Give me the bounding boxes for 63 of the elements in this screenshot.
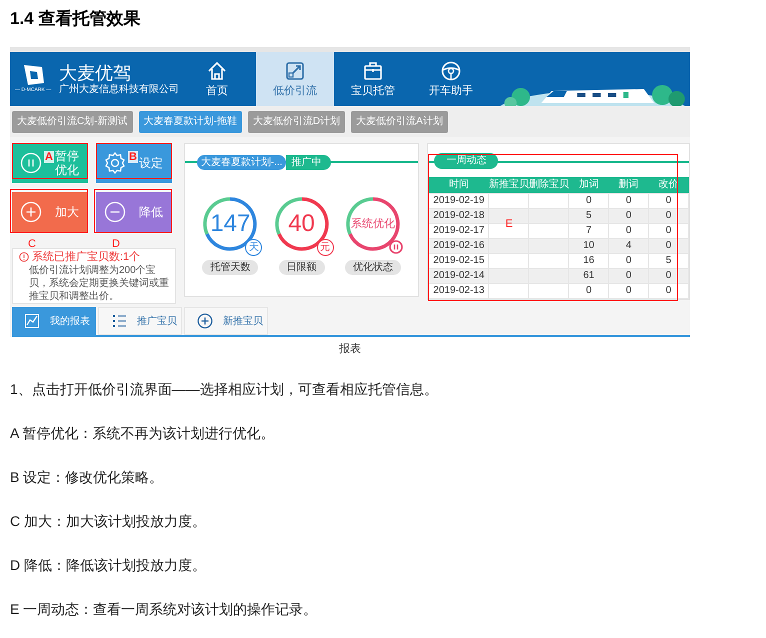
brand-name: 大麦优驾 xyxy=(59,62,132,84)
table-cell: 0 xyxy=(568,284,609,299)
column-header: 加词 xyxy=(568,176,609,194)
column-header: 新推宝贝 xyxy=(488,176,529,194)
body-paragraph: D 降低：降低该计划投放力度。 xyxy=(10,556,207,575)
column-header: 改价 xyxy=(648,176,688,194)
bottom-tab[interactable]: 我的报表 xyxy=(12,307,96,335)
plan-tab[interactable]: 大麦低价引流C划-新测试 xyxy=(12,110,133,133)
column-header: 时间 xyxy=(428,176,489,194)
figure-caption: 报表 xyxy=(338,342,362,356)
pause-icon xyxy=(388,240,403,254)
action-button[interactable]: 降低 xyxy=(96,192,172,232)
section-pill: 一周动态 xyxy=(434,152,498,169)
unit-badge: 元 xyxy=(316,239,334,256)
table-cell: 2019-02-13 xyxy=(428,284,489,299)
bottom-tab[interactable]: 推广宝贝 xyxy=(98,307,182,335)
chart-icon xyxy=(24,313,40,330)
plan-tab[interactable]: 大麦低价引流A计划 xyxy=(351,110,448,133)
body-paragraph: C 加大：加大该计划投放力度。 xyxy=(10,512,207,531)
annotation-marker: D xyxy=(112,238,120,250)
table-cell: 0 xyxy=(608,284,649,299)
gauge-label: 日限额 xyxy=(278,260,325,276)
list-icon xyxy=(111,313,127,330)
plan-name-pill: 大麦春夏款计划-... xyxy=(196,154,286,170)
plan-tab[interactable]: 大麦低价引流D计划 xyxy=(248,110,346,133)
plan-tab[interactable]: 大麦春夏款计划-拖鞋 xyxy=(138,110,242,133)
nav-tab[interactable]: 低价引流 xyxy=(256,52,334,106)
nav-tab[interactable]: 首页 xyxy=(178,52,256,106)
gauge-value: 40 xyxy=(288,211,315,238)
body-paragraph: 1、点击打开低价引流界面——选择相应计划，可查看相应托管信息。 xyxy=(10,380,439,399)
action-button[interactable]: 加大 xyxy=(12,192,88,232)
settings-icon xyxy=(104,152,126,174)
annotation-marker: B xyxy=(128,151,138,164)
nav-tab[interactable]: 开车助手 xyxy=(412,52,490,106)
annotation-marker: C xyxy=(28,238,36,250)
steering-wheel-icon xyxy=(440,60,462,82)
notice-text: 低价引流计划调整为200个宝贝，系统会定期更换关键词或重推宝贝和调整出价。 xyxy=(28,264,170,304)
column-header: 删除宝贝 xyxy=(528,176,569,194)
briefcase-icon xyxy=(362,60,384,82)
pause-icon xyxy=(20,152,42,174)
nav-tab[interactable]: 宝贝托管 xyxy=(334,52,412,106)
plus-icon xyxy=(20,201,42,224)
column-header: 删词 xyxy=(608,176,649,194)
gauge-status: 系统优化 xyxy=(350,218,395,231)
body-paragraph: E 一周动态：查看一周系统对该计划的操作记录。 xyxy=(10,600,318,619)
status-pill: 推广中 xyxy=(286,154,332,170)
bottom-tab[interactable]: 新推宝贝 xyxy=(184,307,268,335)
unit-badge: 天 xyxy=(245,239,262,256)
annotation-marker: E xyxy=(505,218,513,230)
table-cell: 0 xyxy=(648,284,688,299)
info-icon xyxy=(19,252,29,262)
gauge-label: 托管天数 xyxy=(202,260,258,276)
body-paragraph: B 设定：修改优化策略。 xyxy=(10,468,164,487)
company-name: 广州大麦信息科技有限公司 xyxy=(59,84,180,96)
annotation-marker: A xyxy=(44,151,54,164)
notice-title: 系统已推广宝贝数:1个 xyxy=(32,250,140,264)
section-heading: 1.4 查看托管效果 xyxy=(10,8,142,30)
body-paragraph: A 暂停优化：系统不再为该计划进行优化。 xyxy=(10,424,276,443)
home-icon xyxy=(206,60,228,82)
gauge-value: 147 xyxy=(210,211,250,238)
minus-icon xyxy=(104,201,126,224)
gauge-label: 优化状态 xyxy=(344,260,401,276)
plus-icon xyxy=(197,313,213,330)
